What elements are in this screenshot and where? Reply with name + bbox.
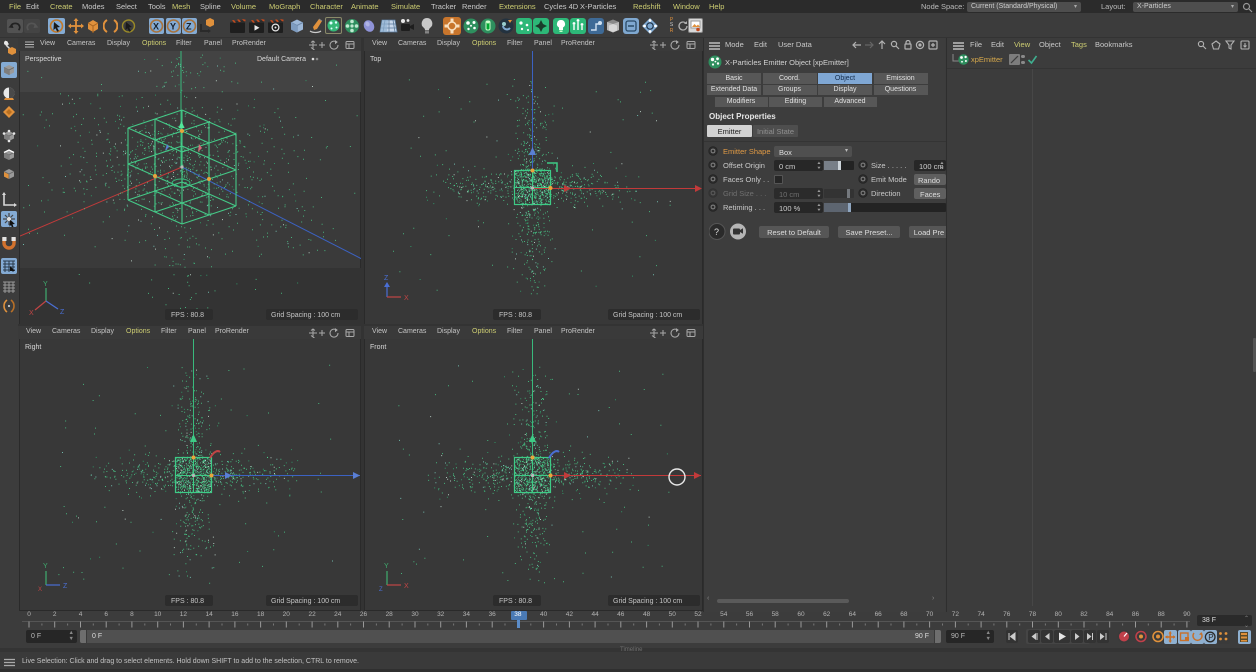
- svg-text:X: X: [38, 587, 42, 593]
- svg-text:Y: Y: [384, 563, 389, 570]
- svg-text:Z: Z: [379, 587, 383, 593]
- svg-text:Y: Y: [43, 563, 48, 570]
- svg-text:Grid Spacing : 100 cm: Grid Spacing : 100 cm: [271, 312, 340, 319]
- svg-text:Z: Z: [63, 583, 68, 590]
- svg-text:Y: Y: [43, 281, 48, 288]
- svg-text:X: X: [404, 583, 409, 590]
- svg-text:X: X: [404, 295, 409, 302]
- svg-text:FPS : 80.8: FPS : 80.8: [499, 312, 532, 319]
- svg-text:Grid Spacing : 100 cm: Grid Spacing : 100 cm: [613, 598, 682, 605]
- svg-text:X: X: [153, 22, 159, 32]
- svg-text:FPS : 80.8: FPS : 80.8: [171, 312, 204, 319]
- svg-text:X: X: [29, 310, 34, 317]
- svg-text:Z: Z: [384, 275, 389, 282]
- svg-text:Z: Z: [60, 309, 65, 316]
- svg-text:FPS : 80.8: FPS : 80.8: [171, 598, 204, 605]
- svg-text:P: P: [1208, 633, 1213, 642]
- svg-text:Grid Spacing : 100 cm: Grid Spacing : 100 cm: [271, 598, 340, 605]
- svg-text:Y: Y: [170, 22, 176, 32]
- svg-text:Grid Spacing : 100 cm: Grid Spacing : 100 cm: [613, 312, 682, 319]
- svg-text:?: ?: [714, 227, 719, 237]
- svg-text:Z: Z: [186, 22, 192, 32]
- svg-text:FPS : 80.8: FPS : 80.8: [499, 598, 532, 605]
